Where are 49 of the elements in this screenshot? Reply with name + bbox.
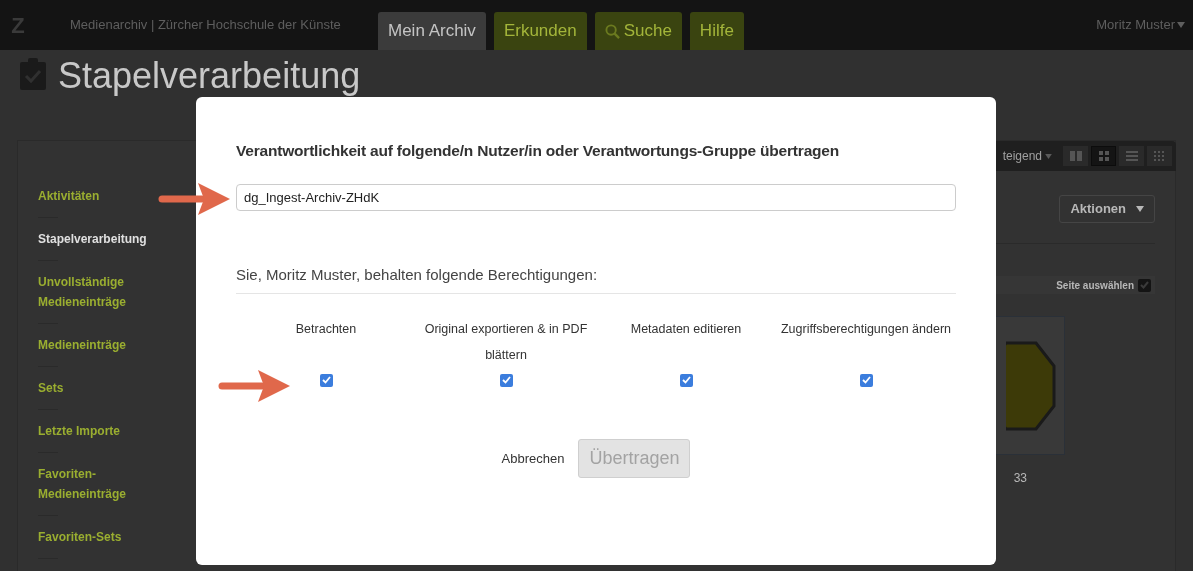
nav-tab[interactable]: Hilfe (689, 12, 744, 50)
sidebar-link[interactable]: Favoriten-Sets (38, 527, 168, 547)
grid-icon (1098, 151, 1109, 161)
check-icon (321, 376, 331, 385)
check-icon (501, 376, 511, 385)
columns-icon (1069, 151, 1082, 161)
sidebar-link[interactable]: Stapelverarbeitung (38, 229, 168, 249)
permission-checkbox[interactable] (499, 373, 513, 387)
caret-icon (1045, 153, 1052, 159)
permission-checkbox[interactable] (319, 373, 333, 387)
permission-label: Metadaten editieren (629, 320, 743, 338)
sort-dropdown[interactable]: teigend (1002, 147, 1052, 165)
permission-label: Zugriffsberechtigungen ändern (780, 320, 952, 338)
permission-checkbox[interactable] (679, 373, 693, 387)
layout-toggle[interactable] (1119, 146, 1144, 166)
permission-label: Original exportieren & in PDF blättern (423, 320, 589, 364)
check-icon (681, 376, 691, 385)
permission-checkbox[interactable] (859, 373, 873, 387)
dialog-heading: Verantwortlichkeit auf folgende/n Nutzer/in oder Verantwortungs-Gruppe übertragen (236, 141, 840, 161)
caret-icon (1177, 22, 1185, 28)
dots-grid-icon (1154, 150, 1165, 162)
caret-icon (1136, 206, 1144, 212)
permissions-label: Sie, Moritz Muster, behalten folgende Berechtigungen: (236, 264, 956, 294)
list-icon (1125, 151, 1138, 161)
layout-toggle[interactable] (1091, 146, 1116, 166)
layout-toggle[interactable] (1147, 146, 1172, 166)
cancel-link[interactable]: Abbrechen (501, 448, 565, 468)
search-icon (604, 23, 620, 39)
nav-tab[interactable]: Suche (594, 12, 682, 50)
select-page-label: Seite auswählen (1056, 278, 1134, 293)
user-menu[interactable]: Moritz Muster (1096, 15, 1185, 35)
site-title: Medienarchiv | Zürcher Hochschule der Künste (70, 16, 342, 35)
page-title: Stapelverarbeitung (58, 58, 361, 94)
layout-toggle[interactable] (1063, 146, 1088, 166)
permission-label: Betrachten (294, 320, 358, 338)
actions-button[interactable]: Aktionen (1059, 195, 1155, 223)
check-icon (1140, 281, 1149, 289)
sidebar-link[interactable]: Favoriten-Medieneinträge (38, 464, 168, 504)
select-page-checkbox[interactable] (1138, 278, 1151, 292)
sidebar-link[interactable]: Aktivitäten (38, 186, 168, 206)
sidebar-link[interactable]: Unvollständige Medieneinträge (38, 272, 168, 312)
nav-tab[interactable]: Erkunden (493, 12, 587, 50)
user-input-field[interactable]: dg_Ingest-Archiv-ZHdK (236, 184, 956, 212)
sidebar-link[interactable]: Medieneinträge (38, 335, 168, 355)
check-icon (861, 376, 871, 385)
media-caption: 33 (1013, 470, 1027, 487)
nav-tab[interactable]: Mein Archiv (378, 12, 486, 50)
sidebar-link[interactable]: Letzte Importe (38, 421, 168, 441)
sidebar-link[interactable]: Sets (38, 378, 168, 398)
